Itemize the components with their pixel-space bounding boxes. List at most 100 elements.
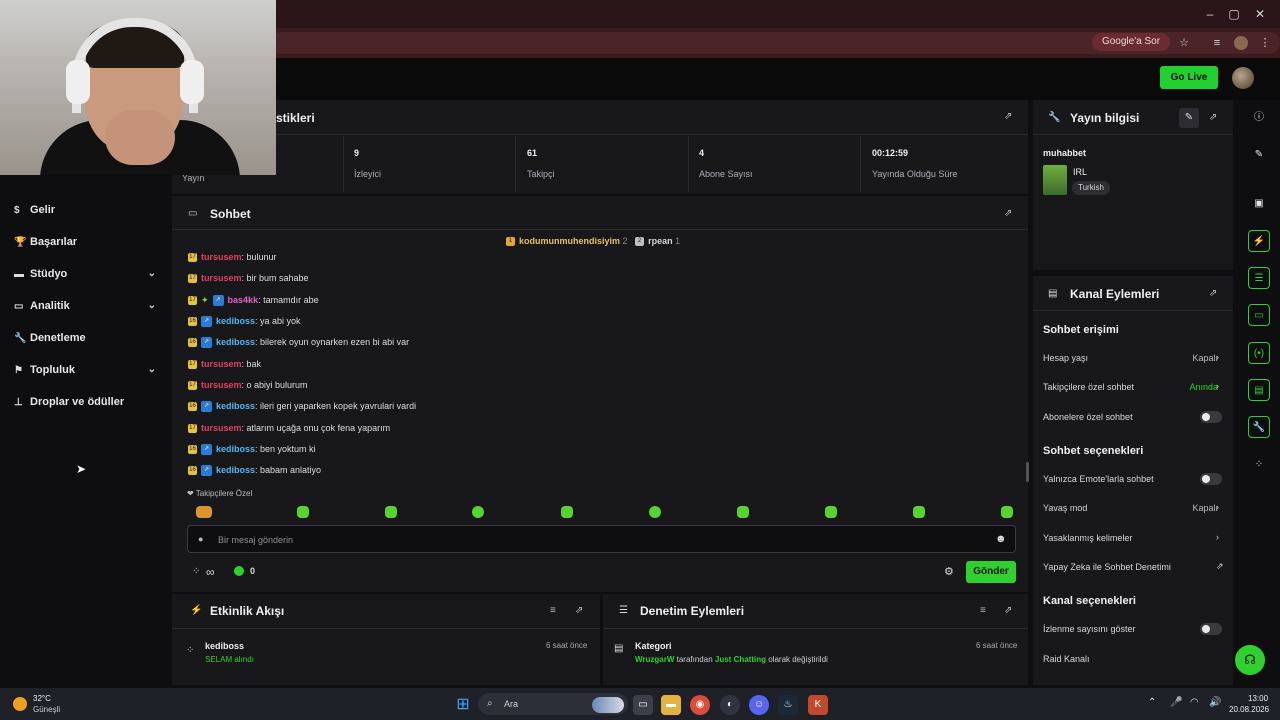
chat-username[interactable]: tursusem xyxy=(201,252,242,262)
chevron-down-icon[interactable]: ⌄ xyxy=(148,296,156,316)
category-thumbnail[interactable] xyxy=(1043,165,1067,195)
chat-username[interactable]: bas4kk xyxy=(228,295,259,305)
slow-mode-label[interactable]: Yavaş mod xyxy=(1043,503,1087,513)
followers-only-chat-label[interactable]: Takipçilere özel sohbet xyxy=(1043,382,1134,392)
chevron-down-icon[interactable]: ⌄ xyxy=(148,360,156,380)
top-gifter-name[interactable]: rpean xyxy=(648,236,673,246)
sidebar-item-denetleme[interactable]: 🔧 Denetleme xyxy=(14,328,162,348)
wifi-icon[interactable]: ◠ xyxy=(1190,697,1199,708)
clock-date[interactable]: 20.08.2026 xyxy=(1229,705,1269,714)
maximize-icon[interactable]: ▢ xyxy=(1226,6,1242,22)
chat-username[interactable]: kediboss xyxy=(216,337,255,347)
discord-icon[interactable]: ☺ xyxy=(749,695,769,715)
obs-icon[interactable]: ◐ xyxy=(720,695,740,715)
subscribers-only-toggle[interactable] xyxy=(1200,411,1222,423)
chat-username[interactable]: kediboss xyxy=(216,316,255,326)
chevron-down-icon[interactable]: ⌄ xyxy=(148,264,156,284)
account-age-label[interactable]: Hesap yaşı xyxy=(1043,353,1088,363)
modlog-actor[interactable]: WruzgarW xyxy=(635,655,674,664)
chat-username[interactable]: tursusem xyxy=(201,359,242,369)
popout-icon[interactable]: ⇗ xyxy=(1209,288,1217,299)
profile-icon[interactable] xyxy=(1234,36,1248,50)
reading-list-icon[interactable]: ≡ xyxy=(1210,36,1224,50)
popout-icon[interactable]: ⇗ xyxy=(1209,112,1217,123)
emote[interactable] xyxy=(385,506,397,518)
show-view-count-toggle[interactable] xyxy=(1200,623,1222,635)
sidebar-item-droplar[interactable]: ⊥ Droplar ve ödüller xyxy=(14,392,162,412)
user-avatar[interactable] xyxy=(1232,67,1254,89)
popout-icon[interactable]: ⇗ xyxy=(575,605,583,616)
chevron-right-icon[interactable]: › xyxy=(1216,532,1219,542)
chevron-right-icon[interactable]: › xyxy=(1216,502,1219,512)
sidebar-item-studyo[interactable]: ▬ Stüdyo ⌄ xyxy=(14,264,162,284)
channel-points-icon[interactable] xyxy=(234,566,244,576)
popout-icon[interactable]: ⇗ xyxy=(1004,111,1012,122)
chevron-right-icon[interactable]: › xyxy=(1216,352,1219,362)
lightning-icon[interactable]: ⚡ xyxy=(1248,230,1270,252)
chat-username[interactable]: tursusem xyxy=(201,423,242,433)
popout-icon[interactable]: ⇗ xyxy=(1004,208,1012,219)
emote[interactable] xyxy=(825,506,837,518)
emote[interactable] xyxy=(649,506,661,518)
steam-icon[interactable]: ♨ xyxy=(778,695,798,715)
chat-username[interactable]: kediboss xyxy=(216,401,255,411)
go-live-button[interactable]: Go Live xyxy=(1160,66,1218,89)
clock-time[interactable]: 13:00 xyxy=(1248,694,1268,703)
sidebar-item-topluluk[interactable]: ⚑ Topluluk ⌄ xyxy=(14,360,162,380)
support-headset-icon[interactable]: ☊ xyxy=(1235,645,1265,675)
chat-username[interactable]: tursusem xyxy=(201,380,242,390)
emote[interactable] xyxy=(472,506,484,518)
sidebar-item-gelir[interactable]: $ Gelir xyxy=(14,200,162,220)
emote[interactable] xyxy=(561,506,573,518)
task-view-icon[interactable]: ▭ xyxy=(633,695,653,715)
weather-sun-icon[interactable] xyxy=(13,697,27,711)
filter-icon[interactable]: ≡ xyxy=(980,605,986,616)
minimize-icon[interactable]: – xyxy=(1202,6,1218,22)
emote[interactable] xyxy=(913,506,925,518)
google-ask-button[interactable]: Google'a Sor xyxy=(1092,33,1170,51)
file-explorer-icon[interactable]: ▬ xyxy=(661,695,681,715)
emoji-picker-icon[interactable]: ☻ xyxy=(995,533,1007,545)
sidebar-item-analitik[interactable]: ▭ Analitik ⌄ xyxy=(14,296,162,316)
volume-icon[interactable]: 🔊 xyxy=(1209,697,1221,708)
wrench-icon[interactable]: 🔧 xyxy=(1248,416,1270,438)
edit-pencil-icon[interactable]: ✎ xyxy=(1179,108,1199,128)
community-icon[interactable]: ⁘ xyxy=(1248,454,1270,476)
list-icon[interactable]: ☰ xyxy=(1248,267,1270,289)
chat-scrollbar[interactable] xyxy=(1026,462,1029,482)
raid-channel-label[interactable]: Raid Kanalı xyxy=(1043,654,1090,664)
app-icon[interactable]: K xyxy=(808,695,828,715)
video-icon[interactable]: ▣ xyxy=(1248,193,1270,215)
chat-username[interactable]: tursusem xyxy=(201,273,242,283)
emote[interactable] xyxy=(1001,506,1013,518)
emote-fire[interactable] xyxy=(196,506,212,518)
send-button[interactable]: Gönder xyxy=(966,561,1016,583)
weather-temp[interactable]: 32°C xyxy=(33,694,51,703)
event-user[interactable]: kediboss xyxy=(205,641,244,651)
chat-settings-gear-icon[interactable]: ⚙ xyxy=(944,565,954,578)
chrome-icon[interactable]: ◉ xyxy=(690,695,710,715)
emote[interactable] xyxy=(737,506,749,518)
chat-icon[interactable]: ▭ xyxy=(1248,304,1270,326)
filter-icon[interactable]: ≡ xyxy=(550,605,556,616)
ai-moderation-label[interactable]: Yapay Zeka ile Sohbet Denetimi xyxy=(1043,562,1171,572)
edit-icon[interactable]: ✎ xyxy=(1248,144,1270,166)
chevron-right-icon[interactable]: › xyxy=(1216,381,1219,391)
banned-words-label[interactable]: Yasaklanmış kelimeler xyxy=(1043,533,1132,543)
close-icon[interactable]: ✕ xyxy=(1252,6,1268,22)
broadcast-icon[interactable]: (•) xyxy=(1248,342,1270,364)
sidebar-item-basarilar[interactable]: 🏆 Başarılar xyxy=(14,232,162,252)
emote[interactable] xyxy=(297,506,309,518)
windows-start-icon[interactable]: ⊞ xyxy=(453,695,473,715)
browser-menu-icon[interactable]: ⋮ xyxy=(1258,36,1272,50)
info-icon[interactable]: ⓘ xyxy=(1248,107,1270,129)
emote-only-toggle[interactable] xyxy=(1200,473,1222,485)
top-gifter-name[interactable]: kodumunmuhendisiyim xyxy=(519,236,620,246)
external-link-icon[interactable]: ⇗ xyxy=(1216,561,1224,572)
modlog-category[interactable]: Just Chatting xyxy=(715,655,766,664)
chat-username[interactable]: kediboss xyxy=(216,465,255,475)
stream-category[interactable]: IRL xyxy=(1073,167,1087,177)
chat-username[interactable]: kediboss xyxy=(216,444,255,454)
channel-actions-icon[interactable]: ▤ xyxy=(1248,379,1270,401)
popout-icon[interactable]: ⇗ xyxy=(1004,605,1012,616)
